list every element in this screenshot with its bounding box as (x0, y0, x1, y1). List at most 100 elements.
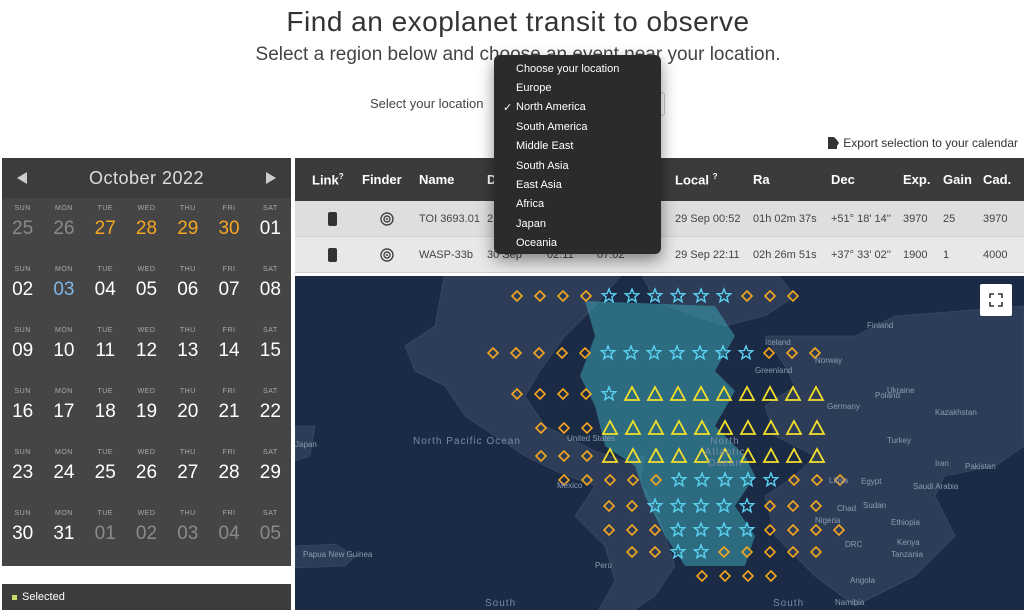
calendar-day[interactable]: SUN 23 (2, 442, 43, 503)
finder-cell[interactable] (357, 211, 417, 226)
location-option[interactable]: Japan (494, 214, 661, 233)
calendar-day[interactable]: THU 13 (167, 320, 208, 381)
calendar-day[interactable]: WED 05 (126, 259, 167, 320)
calendar-day[interactable]: WED 19 (126, 381, 167, 442)
calendar-day[interactable]: SUN 09 (2, 320, 43, 381)
calendar-day[interactable]: TUE 11 (85, 320, 126, 381)
calendar-day[interactable]: THU 27 (167, 442, 208, 503)
calendar-day[interactable]: THU 29 (167, 198, 208, 259)
diamond-marker[interactable] (533, 387, 547, 401)
location-option[interactable]: Africa (494, 195, 661, 214)
diamond-marker[interactable] (557, 421, 571, 435)
calendar-day[interactable]: TUE 01 (85, 503, 126, 564)
export-calendar-link[interactable]: Export selection to your calendar (827, 136, 1018, 150)
star-marker[interactable] (737, 344, 755, 361)
location-option[interactable]: Europe (494, 78, 661, 97)
map-canvas[interactable] (295, 276, 1024, 610)
diamond-marker[interactable] (556, 387, 570, 401)
calendar-day[interactable]: MON 24 (43, 442, 84, 503)
triangle-marker[interactable] (739, 419, 757, 435)
calendar-day[interactable]: MON 10 (43, 320, 84, 381)
map-country-label: Angola (850, 576, 875, 585)
diamond-marker[interactable] (718, 569, 732, 583)
link-cell[interactable] (295, 211, 357, 226)
diamond-marker[interactable] (555, 346, 569, 360)
calendar-day[interactable]: SAT 08 (250, 259, 291, 320)
calendar-day[interactable]: WED 12 (126, 320, 167, 381)
calendar-day[interactable]: SUN 16 (2, 381, 43, 442)
day-number: 27 (177, 462, 199, 483)
calendar-day[interactable]: SAT 05 (250, 503, 291, 564)
calendar-day[interactable]: MON 03 (43, 259, 84, 320)
world-map[interactable]: North Pacific Ocean North Atlantic Ocean… (295, 276, 1024, 610)
fullscreen-button[interactable] (980, 284, 1012, 316)
star-marker[interactable] (762, 471, 780, 488)
star-marker[interactable] (738, 497, 756, 514)
triangle-marker[interactable] (785, 447, 803, 463)
target-icon[interactable] (380, 247, 394, 262)
diamond-marker[interactable] (580, 421, 594, 435)
calendar-day[interactable]: SAT 15 (250, 320, 291, 381)
location-option[interactable]: South America (494, 117, 661, 136)
link-cell[interactable] (295, 247, 357, 262)
finder-cell[interactable] (357, 247, 417, 262)
col-header-ra[interactable]: Ra (753, 172, 831, 187)
calendar-day[interactable]: FRI 21 (208, 381, 249, 442)
diamond-marker[interactable] (762, 346, 776, 360)
calendar-day[interactable]: SUN 25 (2, 198, 43, 259)
location-option[interactable]: South Asia (494, 156, 661, 175)
day-of-week-label: MON (55, 388, 73, 395)
calendar-day[interactable]: TUE 25 (85, 442, 126, 503)
phone-icon[interactable] (328, 247, 337, 262)
col-header-link[interactable]: Link? (295, 172, 357, 187)
diamond-marker[interactable] (764, 569, 778, 583)
phone-icon[interactable] (328, 211, 337, 226)
calendar-day[interactable]: THU 20 (167, 381, 208, 442)
map-country-label: Turkey (887, 436, 912, 445)
calendar-day[interactable]: FRI 04 (208, 503, 249, 564)
calendar-day[interactable]: MON 17 (43, 381, 84, 442)
calendar-day[interactable]: FRI 14 (208, 320, 249, 381)
calendar-day[interactable]: SAT 22 (250, 381, 291, 442)
location-option[interactable]: East Asia (494, 175, 661, 194)
calendar-day[interactable]: WED 26 (126, 442, 167, 503)
next-month-button[interactable] (261, 168, 281, 188)
col-header-gain[interactable]: Gain (943, 172, 983, 187)
location-option[interactable]: Oceania (494, 234, 661, 253)
calendar-day[interactable]: SAT 01 (250, 198, 291, 259)
col-header-cad[interactable]: Cad. (983, 172, 1023, 187)
col-header-local[interactable]: Local ? (675, 172, 753, 187)
calendar-day[interactable]: TUE 27 (85, 198, 126, 259)
calendar-day[interactable]: TUE 18 (85, 381, 126, 442)
location-option[interactable]: Middle East (494, 137, 661, 156)
col-header-finder[interactable]: Finder (357, 172, 417, 187)
diamond-marker[interactable] (741, 569, 755, 583)
calendar-day[interactable]: FRI 07 (208, 259, 249, 320)
calendar-day[interactable]: WED 28 (126, 198, 167, 259)
star-marker[interactable] (623, 287, 641, 304)
calendar-day[interactable]: FRI 30 (208, 198, 249, 259)
col-header-name[interactable]: Name (417, 172, 487, 187)
target-icon[interactable] (380, 211, 394, 226)
calendar-day[interactable]: MON 26 (43, 198, 84, 259)
calendar-day[interactable]: WED 02 (126, 503, 167, 564)
map-country-label: Egypt (861, 477, 882, 486)
diamond-marker[interactable] (763, 545, 777, 559)
location-option[interactable]: Choose your location (494, 59, 661, 78)
col-header-exp[interactable]: Exp. (903, 172, 943, 187)
diamond-marker[interactable] (695, 569, 709, 583)
col-header-dec[interactable]: Dec (831, 172, 903, 187)
location-option[interactable]: ✓ North America (494, 98, 661, 117)
calendar-day[interactable]: SAT 29 (250, 442, 291, 503)
triangle-marker[interactable] (762, 447, 780, 463)
triangle-marker[interactable] (738, 385, 756, 401)
calendar-day[interactable]: THU 06 (167, 259, 208, 320)
triangle-marker[interactable] (761, 385, 779, 401)
calendar-day[interactable]: THU 03 (167, 503, 208, 564)
calendar-day[interactable]: FRI 28 (208, 442, 249, 503)
calendar-day[interactable]: SUN 30 (2, 503, 43, 564)
calendar-day[interactable]: TUE 04 (85, 259, 126, 320)
prev-month-button[interactable] (12, 168, 32, 188)
calendar-day[interactable]: SUN 02 (2, 259, 43, 320)
calendar-day[interactable]: MON 31 (43, 503, 84, 564)
